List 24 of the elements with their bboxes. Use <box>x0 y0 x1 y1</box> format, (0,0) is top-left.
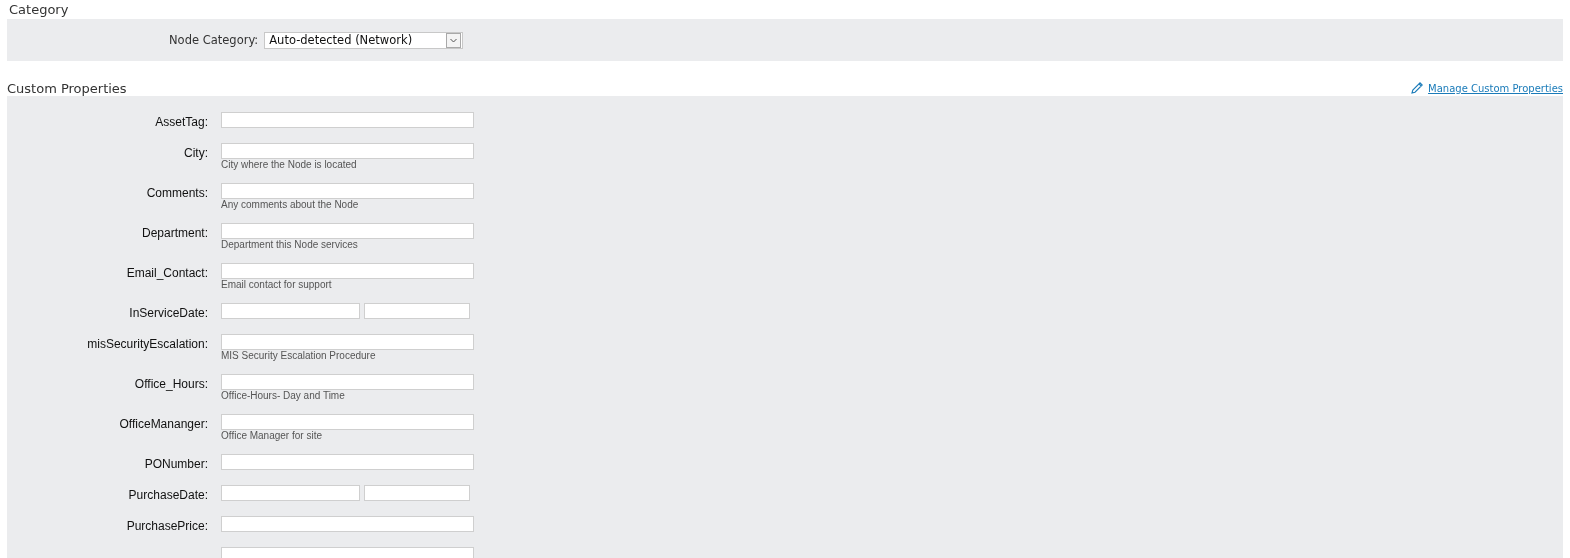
field-label: Comments: <box>146 186 208 200</box>
field-hint: Email contact for support <box>221 280 333 290</box>
field-hint: Department this Node services <box>221 240 359 250</box>
field-label: PONumber: <box>144 457 208 471</box>
field-hint: City where the Node is located <box>221 160 358 170</box>
field-hint: Office Manager for site <box>221 431 323 441</box>
field-label: PurchasePrice: <box>126 519 208 533</box>
field-hint: Any comments about the Node <box>221 200 360 210</box>
field-label: misSecurityEscalation: <box>87 337 208 351</box>
field-label: City: <box>184 146 208 160</box>
field-hint: Office-Hours- Day and Time <box>221 391 346 401</box>
category-dropdown[interactable]: Auto-detected (Network) <box>264 31 464 49</box>
field-label: Department: <box>141 226 208 240</box>
section-title: Category <box>9 2 69 17</box>
field-label: AssetTag: <box>155 115 208 129</box>
field-label: Office_Hours: <box>134 377 208 391</box>
field-label: PurchaseDate: <box>128 488 208 502</box>
field-label: Email_Contact: <box>126 266 208 280</box>
manage-link[interactable]: Manage Custom Properties <box>1410 81 1563 95</box>
field-label: Node Category: <box>169 33 259 47</box>
field-label: OfficeMananger: <box>119 417 208 431</box>
field-hint: MIS Security Escalation Procedure <box>221 351 377 361</box>
field-label: InServiceDate: <box>129 306 208 320</box>
section-title: Custom Properties <box>7 81 127 96</box>
